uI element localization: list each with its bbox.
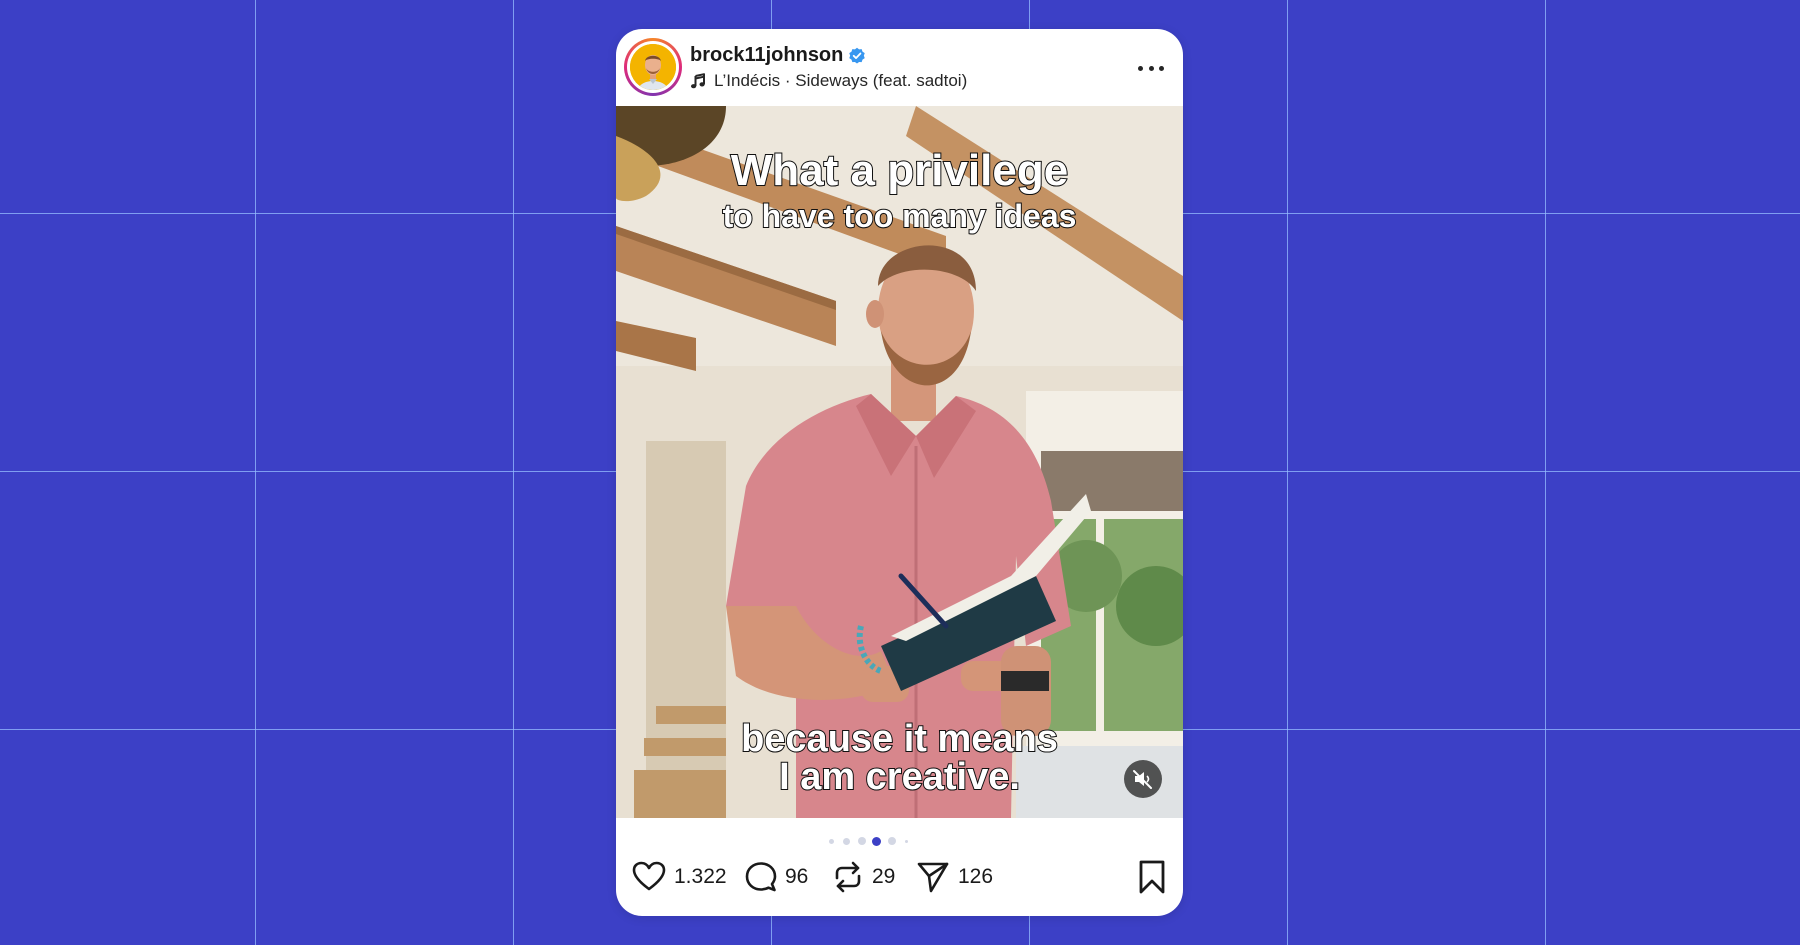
carousel-indicator	[616, 836, 1183, 846]
comment-icon	[745, 862, 777, 892]
repost-button[interactable]: 29	[832, 855, 895, 899]
avatar-image	[630, 44, 676, 90]
bookmark-icon	[1139, 860, 1165, 894]
grid-line	[255, 0, 256, 945]
like-count: 1.322	[674, 865, 727, 888]
heart-icon	[632, 861, 666, 891]
share-icon	[917, 862, 949, 893]
carousel-dot	[857, 837, 866, 845]
repost-count: 29	[872, 865, 896, 888]
verified-badge-icon	[849, 47, 865, 64]
music-note-icon	[691, 73, 705, 89]
caption-line-3: because it means	[740, 717, 1059, 761]
post-card: brock11johnson L’Indécis · Sideways (fea…	[616, 29, 1183, 916]
caption-line-1: What a privilege	[730, 145, 1069, 196]
mute-icon	[1133, 770, 1152, 789]
carousel-dot	[843, 837, 850, 845]
carousel-dot	[872, 836, 881, 846]
share-button[interactable]: 126	[916, 855, 993, 899]
post-media[interactable]: What a privilege to have too many ideas …	[616, 106, 1183, 818]
story-ring[interactable]	[624, 38, 682, 96]
mute-button[interactable]	[1124, 760, 1162, 798]
caption-line-2: to have too many ideas	[722, 197, 1078, 235]
post-header: brock11johnson L’Indécis · Sideways (fea…	[616, 29, 1183, 106]
grid-line	[1545, 0, 1546, 945]
comment-button[interactable]: 96	[745, 855, 808, 899]
grid-line	[513, 0, 514, 945]
action-bar: 1.322 96 29 126	[616, 855, 1183, 899]
like-button[interactable]: 1.322	[632, 855, 727, 899]
caption-line-4: I am creative.	[778, 755, 1021, 799]
more-icon[interactable]	[1138, 55, 1164, 81]
avatar	[630, 44, 676, 90]
save-button[interactable]	[1134, 859, 1170, 895]
song-label[interactable]: L’Indécis · Sideways (feat. sadtoi)	[714, 71, 967, 91]
comment-count: 96	[785, 865, 809, 888]
grid-line	[1287, 0, 1288, 945]
share-count: 126	[958, 865, 994, 888]
username[interactable]: brock11johnson	[690, 44, 843, 67]
carousel-dot	[829, 838, 834, 844]
repost-icon	[835, 861, 861, 893]
carousel-dot	[887, 837, 896, 845]
carousel-dot	[905, 839, 908, 843]
